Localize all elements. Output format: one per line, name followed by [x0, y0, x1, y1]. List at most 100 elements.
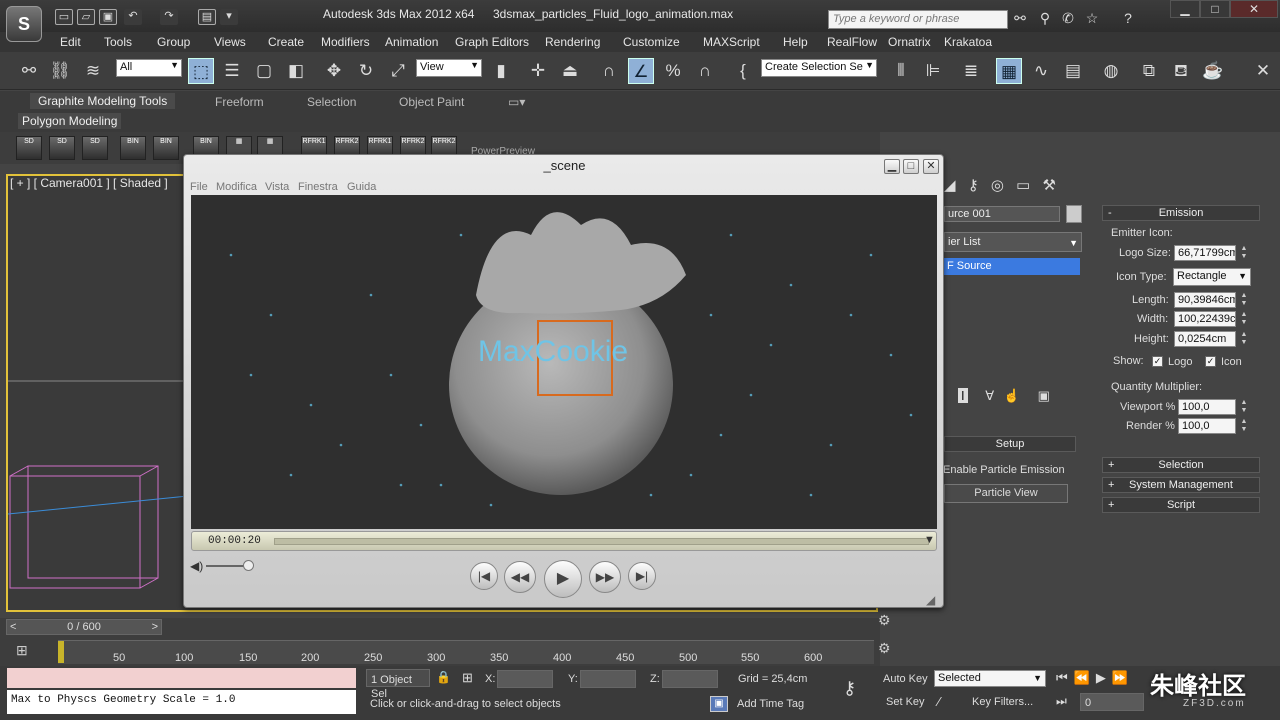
previous-frame-icon[interactable]: ⏪	[1074, 670, 1096, 685]
bind-space-warp-icon[interactable]: ≋	[80, 58, 106, 84]
movie-player-window[interactable]: _scene ▁ □ ✕ File Modifica Vista Finestr…	[183, 154, 944, 608]
motion-tab-icon[interactable]: ◎	[991, 177, 1004, 194]
time-ruler[interactable]: 50 100 150 200 250 300 350 400 450 500 5…	[58, 640, 874, 664]
render-production-icon[interactable]: ☕	[1200, 58, 1226, 84]
menu-edit[interactable]: Edit	[60, 35, 81, 49]
object-color-swatch[interactable]	[1066, 205, 1082, 223]
angle-snap-icon[interactable]: ∠	[628, 58, 654, 84]
minimize-button[interactable]: ▁	[1170, 0, 1200, 18]
rewind-button[interactable]: ◀◀	[504, 561, 536, 593]
viewport-nav-icon[interactable]: ⚙	[878, 640, 891, 657]
tab-freeform[interactable]: Freeform	[215, 95, 264, 109]
system-management-rollout-header[interactable]: + System Management	[1102, 477, 1260, 493]
menu-animation[interactable]: Animation	[385, 35, 438, 49]
player-close-button[interactable]: ✕	[923, 159, 939, 174]
viewport-nav-icon[interactable]: ⚙	[878, 612, 891, 629]
menu-maxscript[interactable]: MAXScript	[703, 35, 760, 49]
width-spinner-arrows[interactable]: ▲ ▼	[1239, 311, 1249, 327]
particle-view-button[interactable]: Particle View	[944, 484, 1068, 503]
select-by-name-icon[interactable]: ☰	[219, 58, 245, 84]
rotate-icon[interactable]: ↻	[353, 58, 379, 84]
resize-grip-icon[interactable]: ◢	[926, 593, 935, 607]
help-icon[interactable]: ?	[1118, 9, 1138, 27]
configure-sets-icon[interactable]: ▣	[1038, 388, 1050, 403]
maxscript-listener[interactable]: Max to Physcs Geometry Scale = 1.0	[7, 690, 356, 714]
schematic-view-icon[interactable]: ▤	[1060, 58, 1086, 84]
menu-views[interactable]: Views	[214, 35, 246, 49]
go-to-start-icon[interactable]: ⏮	[1056, 670, 1074, 685]
pivot-center-icon[interactable]: ▮	[488, 58, 514, 84]
render-frame-icon[interactable]: ⛾	[1168, 58, 1194, 84]
menu-group[interactable]: Group	[157, 35, 190, 49]
percent-snap-icon[interactable]: %	[660, 58, 686, 84]
communication-icon[interactable]: ✆	[1058, 9, 1078, 27]
align-icon[interactable]: ⊫	[920, 58, 946, 84]
tab-graphite-modeling-tools[interactable]: Graphite Modeling Tools	[30, 93, 176, 109]
next-frame-icon[interactable]: >	[152, 620, 158, 634]
material-editor-icon[interactable]: ◍	[1098, 58, 1124, 84]
player-menu-guida[interactable]: Guida	[347, 181, 376, 193]
redo-icon[interactable]: ↷	[160, 9, 178, 25]
modifier-list-dropdown[interactable]: ier List ▼	[944, 232, 1082, 252]
modify-tab-icon[interactable]: ◢	[944, 177, 956, 194]
edit-named-selection-icon[interactable]: {	[730, 58, 756, 84]
layer-manager-icon[interactable]: ≣	[958, 58, 984, 84]
logo-size-spinner[interactable]: 66,71799cm	[1174, 245, 1236, 261]
maximize-button[interactable]: □	[1200, 0, 1230, 18]
y-coordinate-field[interactable]	[580, 670, 636, 688]
curve-editor-mini-icon[interactable]: ⊞	[16, 642, 28, 659]
show-end-result-icon[interactable]: ∀	[985, 388, 994, 403]
default-in-out-tangent-icon[interactable]: ⁄	[938, 694, 940, 709]
unlink-icon[interactable]: ⛓	[47, 58, 73, 84]
menu-krakatoa[interactable]: Krakatoa	[944, 35, 992, 49]
playhead-icon[interactable]: ▼	[924, 534, 935, 546]
key-filters-button[interactable]: Key Filters...	[972, 696, 1033, 708]
script-sd-icon[interactable]: SD	[16, 136, 42, 160]
current-frame-field[interactable]: 0	[1080, 693, 1144, 711]
script-sd-icon[interactable]: SD	[82, 136, 108, 160]
height-spinner[interactable]: 0,0254cm	[1174, 331, 1236, 347]
select-manipulate-icon[interactable]: ✛	[525, 58, 551, 84]
select-and-link-icon[interactable]: ⚯	[16, 58, 42, 84]
object-name-field[interactable]: urce 001	[944, 206, 1060, 222]
viewport-percent-spinner[interactable]: 100,0	[1178, 399, 1236, 415]
tab-object-paint[interactable]: Object Paint	[399, 95, 464, 109]
script-bin-icon[interactable]: BIN	[120, 136, 146, 160]
render-percent-arrows[interactable]: ▲ ▼	[1239, 418, 1249, 434]
menu-tools[interactable]: Tools	[104, 35, 132, 49]
next-frame-icon[interactable]: ⏩	[1112, 670, 1134, 685]
render-percent-spinner[interactable]: 100,0	[1178, 418, 1236, 434]
menu-realflow[interactable]: RealFlow	[827, 35, 877, 49]
menu-customize[interactable]: Customize	[623, 35, 680, 49]
current-frame-marker[interactable]	[58, 641, 64, 663]
viewport-percent-arrows[interactable]: ▲ ▼	[1239, 399, 1249, 415]
skip-to-start-button[interactable]: |◀	[470, 562, 498, 590]
pin-stack-icon[interactable]: I	[958, 388, 968, 403]
polygon-modeling-panel[interactable]: Polygon Modeling	[18, 113, 122, 129]
icon-type-dropdown[interactable]: Rectangle ▼	[1173, 268, 1251, 286]
height-spinner-arrows[interactable]: ▲ ▼	[1239, 331, 1249, 347]
tab-selection[interactable]: Selection	[307, 95, 356, 109]
reference-coordinate-dropdown[interactable]: View ▼	[416, 59, 482, 77]
new-file-icon[interactable]: ▭	[55, 9, 73, 25]
selection-rollout-header[interactable]: + Selection	[1102, 457, 1260, 473]
length-spinner[interactable]: 90,39846cm	[1174, 292, 1236, 308]
set-key-button[interactable]: Set Key	[886, 696, 925, 708]
logo-size-spinner-arrows[interactable]: ▲ ▼	[1239, 245, 1249, 261]
menu-rendering[interactable]: Rendering	[545, 35, 600, 49]
display-tab-icon[interactable]: ▭	[1016, 177, 1030, 194]
key-mode-dropdown[interactable]: Selected ▼	[934, 670, 1046, 687]
player-menu-modifica[interactable]: Modifica	[216, 181, 257, 193]
close-button[interactable]: ✕	[1230, 0, 1278, 18]
curve-editor-icon[interactable]: ∿	[1028, 58, 1054, 84]
viewport-label[interactable]: [ + ] [ Camera001 ] [ Shaded ]	[10, 176, 168, 190]
hierarchy-tab-icon[interactable]: ⚷	[968, 177, 979, 194]
z-coordinate-field[interactable]	[662, 670, 718, 688]
selection-filter-dropdown[interactable]: All ▼	[116, 59, 182, 77]
select-object-icon[interactable]: ⬚	[188, 58, 214, 84]
prev-frame-icon[interactable]: <	[10, 620, 16, 634]
window-crossing-icon[interactable]: ◧	[283, 58, 309, 84]
menu-create[interactable]: Create	[268, 35, 304, 49]
add-time-tag-button[interactable]: Add Time Tag	[737, 698, 804, 710]
ribbon-options-icon[interactable]: ▭▾	[508, 95, 525, 109]
